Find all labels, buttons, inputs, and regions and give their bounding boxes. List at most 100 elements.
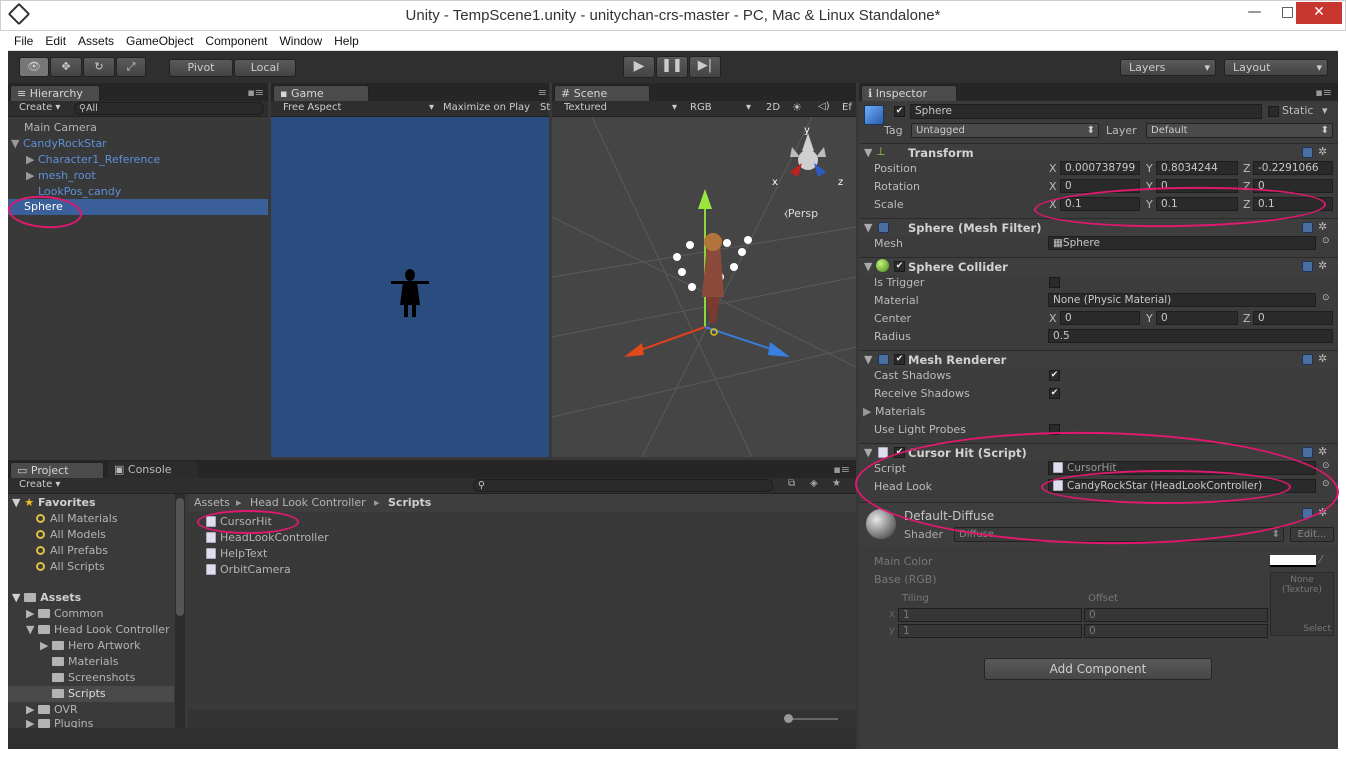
file-item[interactable]: OrbitCamera — [206, 562, 291, 578]
cast-shadows-checkbox[interactable]: ✔ — [1049, 370, 1060, 381]
project-create-dropdown[interactable]: Create ▾ — [19, 479, 60, 490]
mesh-filter-header[interactable]: ▼ Sphere (Mesh Filter) ✲ — [860, 218, 1338, 236]
offset-x-field[interactable]: 0 — [1084, 608, 1268, 622]
hierarchy-search-input[interactable]: ⚲All — [74, 102, 264, 115]
favorites-header[interactable]: ▼ ★ Favorites — [12, 495, 96, 511]
help-book-icon[interactable] — [1302, 508, 1313, 519]
tab-scene[interactable]: # Scene — [554, 85, 650, 101]
help-book-icon[interactable] — [1302, 147, 1313, 158]
panel-menu-icon[interactable]: ▪≡ — [1315, 86, 1332, 99]
tab-inspector[interactable]: ℹ Inspector — [861, 85, 957, 101]
mesh-renderer-header[interactable]: ▼ ✔ Mesh Renderer ✲ — [860, 350, 1338, 368]
enabled-checkbox[interactable]: ✔ — [894, 261, 905, 272]
shader-edit-button[interactable]: Edit... — [1290, 527, 1334, 542]
folder-item[interactable]: Screenshots — [52, 670, 135, 686]
scale-y-field[interactable]: 0.1 — [1156, 197, 1238, 211]
breadcrumb-item[interactable]: Scripts — [388, 495, 431, 511]
breadcrumb-item[interactable]: Assets — [194, 495, 230, 511]
materials-foldout[interactable]: ▶ Materials — [863, 405, 925, 418]
play-button-icon[interactable]: ▶ — [623, 56, 655, 78]
move-tool-icon[interactable]: ✥ — [50, 57, 82, 77]
help-book-icon[interactable] — [1302, 261, 1313, 272]
center-z-field[interactable]: 0 — [1253, 311, 1333, 325]
breadcrumb-item[interactable]: Head Look Controller — [250, 495, 366, 511]
scale-x-field[interactable]: 0.1 — [1060, 197, 1140, 211]
filter-by-label-icon[interactable]: ◈ — [810, 478, 818, 489]
favorite-item[interactable]: All Materials — [36, 511, 118, 527]
help-book-icon[interactable] — [1302, 447, 1313, 458]
local-button[interactable]: Local — [234, 59, 296, 77]
shading-dropdown[interactable]: Textured — [564, 102, 607, 113]
pause-button-icon[interactable]: ❚❚ — [656, 56, 688, 78]
favorite-item[interactable]: All Models — [36, 527, 106, 543]
material-header[interactable]: Default-Diffuse Shader Diffuse ⬍ Edit... … — [860, 502, 1338, 546]
physic-material-field[interactable]: None (Physic Material) — [1048, 293, 1316, 307]
panel-menu-icon[interactable]: ▪≡ — [833, 463, 850, 476]
folder-item[interactable]: ▶ Plugins — [26, 716, 93, 728]
tab-hierarchy[interactable]: ≡ Hierarchy — [10, 85, 100, 101]
main-color-swatch[interactable] — [1270, 555, 1316, 567]
gear-icon[interactable]: ✲ — [1318, 506, 1327, 519]
filter-by-type-icon[interactable]: ⧉ — [788, 478, 795, 489]
rotation-x-field[interactable]: 0 — [1060, 179, 1140, 193]
offset-y-field[interactable]: 0 — [1084, 624, 1268, 638]
scale-z-field[interactable]: 0.1 — [1253, 197, 1333, 211]
active-checkbox[interactable]: ✔ — [894, 106, 905, 117]
folder-item[interactable]: ▶ Hero Artwork — [40, 638, 141, 654]
object-name-field[interactable]: Sphere — [910, 104, 1262, 119]
object-picker-icon[interactable]: ⊙ — [1322, 461, 1330, 471]
receive-shadows-checkbox[interactable]: ✔ — [1049, 388, 1060, 399]
mesh-field[interactable]: ▦Sphere — [1048, 236, 1316, 250]
gear-icon[interactable]: ✲ — [1318, 445, 1327, 458]
help-book-icon[interactable] — [1302, 354, 1313, 365]
favorite-item[interactable]: All Prefabs — [36, 543, 108, 559]
menu-edit[interactable]: Edit — [39, 31, 72, 48]
chevron-down-icon[interactable]: ▾ — [1322, 104, 1328, 117]
center-y-field[interactable]: 0 — [1156, 311, 1238, 325]
menu-gameobject[interactable]: GameObject — [120, 31, 199, 48]
menu-window[interactable]: Window — [273, 31, 328, 48]
project-search-input[interactable]: ⚲ — [473, 479, 773, 492]
gear-icon[interactable]: ✲ — [1318, 145, 1327, 158]
enabled-checkbox[interactable]: ✔ — [894, 447, 905, 458]
static-checkbox[interactable] — [1268, 106, 1279, 117]
aspect-dropdown[interactable]: Free Aspect — [283, 102, 341, 113]
rgb-dropdown[interactable]: RGB — [690, 102, 712, 113]
tab-game[interactable]: ▪ Game — [273, 85, 369, 101]
hierarchy-item[interactable]: ▼ CandyRockStar — [11, 136, 107, 152]
favorite-star-icon[interactable]: ★ — [832, 478, 841, 489]
sphere-collider-header[interactable]: ▼ ✔ Sphere Collider ✲ — [860, 257, 1338, 275]
position-z-field[interactable]: -0.2291066 — [1253, 161, 1333, 175]
maximize-on-play-toggle[interactable]: Maximize on Play — [443, 102, 530, 113]
tree-scrollbar[interactable] — [175, 494, 185, 728]
favorite-item[interactable]: All Scripts — [36, 559, 105, 575]
head-look-field[interactable]: CandyRockStar (HeadLookController) — [1048, 479, 1316, 493]
rotate-tool-icon[interactable]: ↻ — [83, 57, 115, 77]
menu-file[interactable]: File — [8, 31, 39, 48]
hierarchy-item[interactable]: Main Camera — [24, 120, 97, 136]
file-item[interactable]: HeadLookController — [206, 530, 329, 546]
2d-toggle[interactable]: 2D — [766, 102, 780, 113]
texture-select-button[interactable]: Select — [1303, 624, 1331, 634]
texture-slot[interactable]: None (Texture) Select — [1270, 572, 1334, 636]
object-picker-icon[interactable]: ⊙ — [1322, 479, 1330, 489]
add-component-button[interactable]: Add Component — [984, 658, 1212, 680]
is-trigger-checkbox[interactable] — [1049, 277, 1060, 288]
tab-console[interactable]: ▣ Console — [108, 462, 198, 478]
tab-project[interactable]: ▭ Project — [10, 462, 104, 478]
panel-menu-icon[interactable]: ▪≡ — [247, 86, 264, 99]
slider-thumb[interactable] — [784, 714, 793, 723]
object-picker-icon[interactable]: ⊙ — [1322, 236, 1330, 246]
menu-help[interactable]: Help — [328, 31, 365, 48]
folder-item-selected[interactable]: Scripts — [8, 686, 174, 702]
file-item[interactable]: CursorHit — [206, 514, 272, 530]
menu-assets[interactable]: Assets — [72, 31, 120, 48]
hierarchy-item[interactable]: LookPos_candy — [38, 184, 121, 200]
scale-tool-icon[interactable]: ⤢ — [116, 57, 146, 77]
assets-header[interactable]: ▼ Assets — [12, 590, 81, 606]
scene-gizmo[interactable]: y x z — [770, 125, 854, 195]
effects-dropdown[interactable]: Ef — [842, 102, 852, 113]
tiling-y-field[interactable]: 1 — [898, 624, 1082, 638]
hierarchy-item-selected[interactable]: Sphere — [8, 199, 268, 215]
gear-icon[interactable]: ✲ — [1318, 259, 1327, 272]
